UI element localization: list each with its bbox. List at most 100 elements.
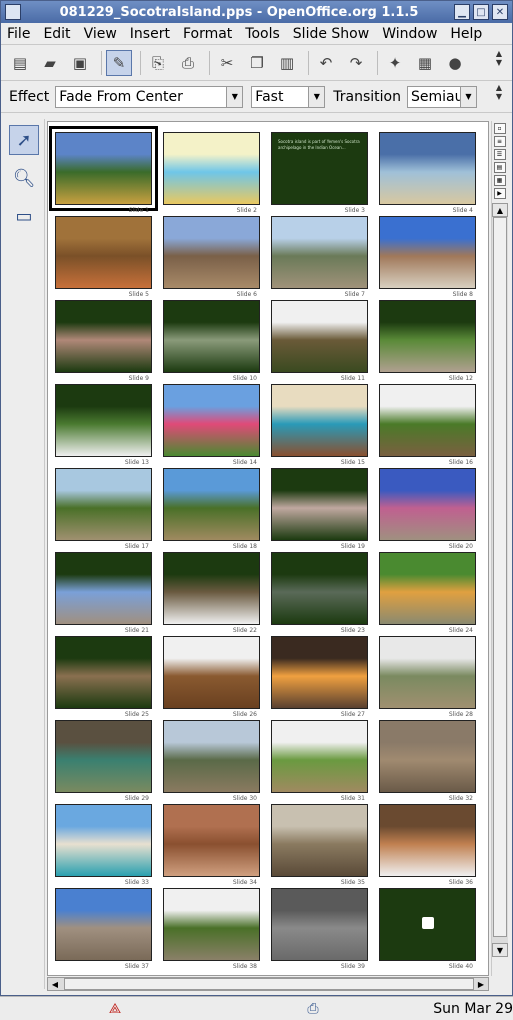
slide-thumbnail[interactable]: Slide 37: [55, 888, 152, 970]
slide-thumbnail[interactable]: Slide 13: [55, 384, 152, 466]
zoom-tool[interactable]: 🔍︎: [9, 163, 39, 193]
save-button[interactable]: ▣: [67, 50, 93, 76]
vertical-scrollbar[interactable]: ▲ ▼: [492, 203, 508, 957]
open-button[interactable]: ▰: [37, 50, 63, 76]
scroll-down-button[interactable]: ▼: [492, 943, 508, 957]
slide-thumbnail[interactable]: Slide 16: [379, 384, 476, 466]
horizontal-scrollbar[interactable]: ◀ ▶: [47, 977, 489, 991]
slide-thumbnail[interactable]: Slide 32: [379, 720, 476, 802]
slide-thumbnail[interactable]: Slide 34: [163, 804, 260, 886]
slide-thumbnail[interactable]: Slide 19: [271, 468, 368, 550]
close-button[interactable]: ✕: [492, 4, 508, 20]
slide-thumbnail[interactable]: Slide 27: [271, 636, 368, 718]
export-pdf-button[interactable]: ⎘: [145, 50, 171, 76]
new-document-button[interactable]: ▤: [7, 50, 33, 76]
effect-select[interactable]: Fade From Center ▼: [55, 85, 244, 108]
undo-button[interactable]: ↶: [313, 50, 339, 76]
slide-thumbnail[interactable]: Slide 10: [163, 300, 260, 382]
slide-thumbnail[interactable]: Slide 39: [271, 888, 368, 970]
scroll-up-button[interactable]: ▲: [492, 203, 508, 217]
view-handout-button[interactable]: ▤: [493, 162, 506, 173]
view-outline-button[interactable]: ≡: [493, 136, 506, 147]
slide-thumbnail[interactable]: Slide 31: [271, 720, 368, 802]
redo-button[interactable]: ↷: [343, 50, 369, 76]
slide-thumbnail[interactable]: Slide 25: [55, 636, 152, 718]
toolbar-overflow[interactable]: ▲ ▼: [492, 49, 506, 77]
scroll-left-button[interactable]: ◀: [48, 978, 62, 990]
menu-file[interactable]: File: [7, 26, 30, 42]
scroll-right-button[interactable]: ▶: [474, 978, 488, 990]
effectbar-overflow[interactable]: ▲ ▼: [492, 83, 506, 111]
menu-tools[interactable]: Tools: [245, 26, 280, 42]
star-button[interactable]: ✦: [382, 50, 408, 76]
menu-bar: File Edit View Insert Format Tools Slide…: [1, 23, 512, 45]
slide-thumbnail[interactable]: Slide 28: [379, 636, 476, 718]
slide-thumbnail[interactable]: Slide 24: [379, 552, 476, 634]
menu-window[interactable]: Window: [382, 26, 437, 42]
toolbar-separator: [140, 50, 141, 75]
app-window: 081229_SocotraIsland.pps - OpenOffice.or…: [0, 0, 513, 996]
grid-button[interactable]: ▦: [412, 50, 438, 76]
slide-thumbnail[interactable]: Slide 5: [55, 216, 152, 298]
maximize-icon: □: [476, 6, 486, 18]
slide-thumbnail[interactable]: Slide 12: [379, 300, 476, 382]
close-icon: ✕: [495, 6, 505, 18]
cut-button[interactable]: ✂: [214, 50, 240, 76]
menu-edit[interactable]: Edit: [43, 26, 70, 42]
slide-thumbnail[interactable]: Slide 6: [163, 216, 260, 298]
menu-view[interactable]: View: [84, 26, 117, 42]
slide-thumbnail[interactable]: Slide 29: [55, 720, 152, 802]
paste-button[interactable]: ▥: [274, 50, 300, 76]
slide-thumbnail[interactable]: Slide 33: [55, 804, 152, 886]
slide-thumbnail[interactable]: Slide 9: [55, 300, 152, 382]
slide-thumbnail[interactable]: Slide 14: [163, 384, 260, 466]
speed-select[interactable]: Fast ▼: [251, 85, 326, 108]
print-button[interactable]: ⎙: [175, 50, 201, 76]
slide-thumbnail[interactable]: Slide 15: [271, 384, 368, 466]
slide-number: Slide 12: [448, 375, 473, 382]
slide-thumbnail[interactable]: Slide 23: [271, 552, 368, 634]
slide-thumbnail[interactable]: Slide 11: [271, 300, 368, 382]
3d-button[interactable]: ●: [442, 50, 468, 76]
slide-thumbnail[interactable]: Slide 35: [271, 804, 368, 886]
presentation-button[interactable]: ▶: [493, 188, 506, 199]
vertical-scroll-thumb[interactable]: [493, 217, 507, 937]
slide-thumbnail[interactable]: Slide 40: [379, 888, 476, 970]
slide-thumbnail[interactable]: Slide 8: [379, 216, 476, 298]
view-sorter-button[interactable]: ▦: [493, 175, 506, 186]
pdf-reader-launcher[interactable]: ⟁: [104, 1000, 126, 1018]
slide-thumbnail[interactable]: Slide 38: [163, 888, 260, 970]
slide-thumbnail[interactable]: Slide 20: [379, 468, 476, 550]
slide-number: Slide 22: [232, 627, 257, 634]
view-slide-button[interactable]: ▫: [493, 123, 506, 134]
slide-thumbnail[interactable]: Socotra island is part of Yemen's Socotr…: [271, 132, 368, 214]
slide-thumbnail[interactable]: Slide 26: [163, 636, 260, 718]
menu-slide-show[interactable]: Slide Show: [293, 26, 369, 42]
slide-thumbnail[interactable]: Slide 36: [379, 804, 476, 886]
minimize-button[interactable]: ▁: [454, 4, 470, 20]
slide-thumbnail[interactable]: Slide 30: [163, 720, 260, 802]
title-bar[interactable]: 081229_SocotraIsland.pps - OpenOffice.or…: [1, 1, 512, 23]
menu-help[interactable]: Help: [450, 26, 482, 42]
printer-launcher[interactable]: ⎙: [302, 1000, 324, 1018]
slide-number: Slide 13: [124, 459, 149, 466]
slide-thumbnail[interactable]: Slide 2: [163, 132, 260, 214]
horizontal-scroll-thumb[interactable]: [64, 978, 474, 990]
slide-thumbnail[interactable]: Slide 17: [55, 468, 152, 550]
slide-thumbnail[interactable]: Slide 22: [163, 552, 260, 634]
slide-thumbnail[interactable]: Slide 4: [379, 132, 476, 214]
slide-thumbnail[interactable]: Slide 21: [55, 552, 152, 634]
slide-number: Slide 27: [340, 711, 365, 718]
menu-insert[interactable]: Insert: [130, 26, 170, 42]
menu-format[interactable]: Format: [183, 26, 232, 42]
slide-thumbnail[interactable]: Slide 7: [271, 216, 368, 298]
maximize-button[interactable]: □: [473, 4, 489, 20]
transition-select[interactable]: Semiaut ▼: [407, 85, 477, 108]
slide-show-tool[interactable]: ▭: [9, 201, 39, 231]
slide-thumbnail[interactable]: Slide 1: [49, 126, 158, 214]
slide-thumbnail[interactable]: Slide 18: [163, 468, 260, 550]
copy-button[interactable]: ❐: [244, 50, 270, 76]
view-notes-button[interactable]: ☰: [493, 149, 506, 160]
edit-file-button[interactable]: ✎: [106, 49, 132, 76]
select-tool[interactable]: ➚: [9, 125, 39, 155]
